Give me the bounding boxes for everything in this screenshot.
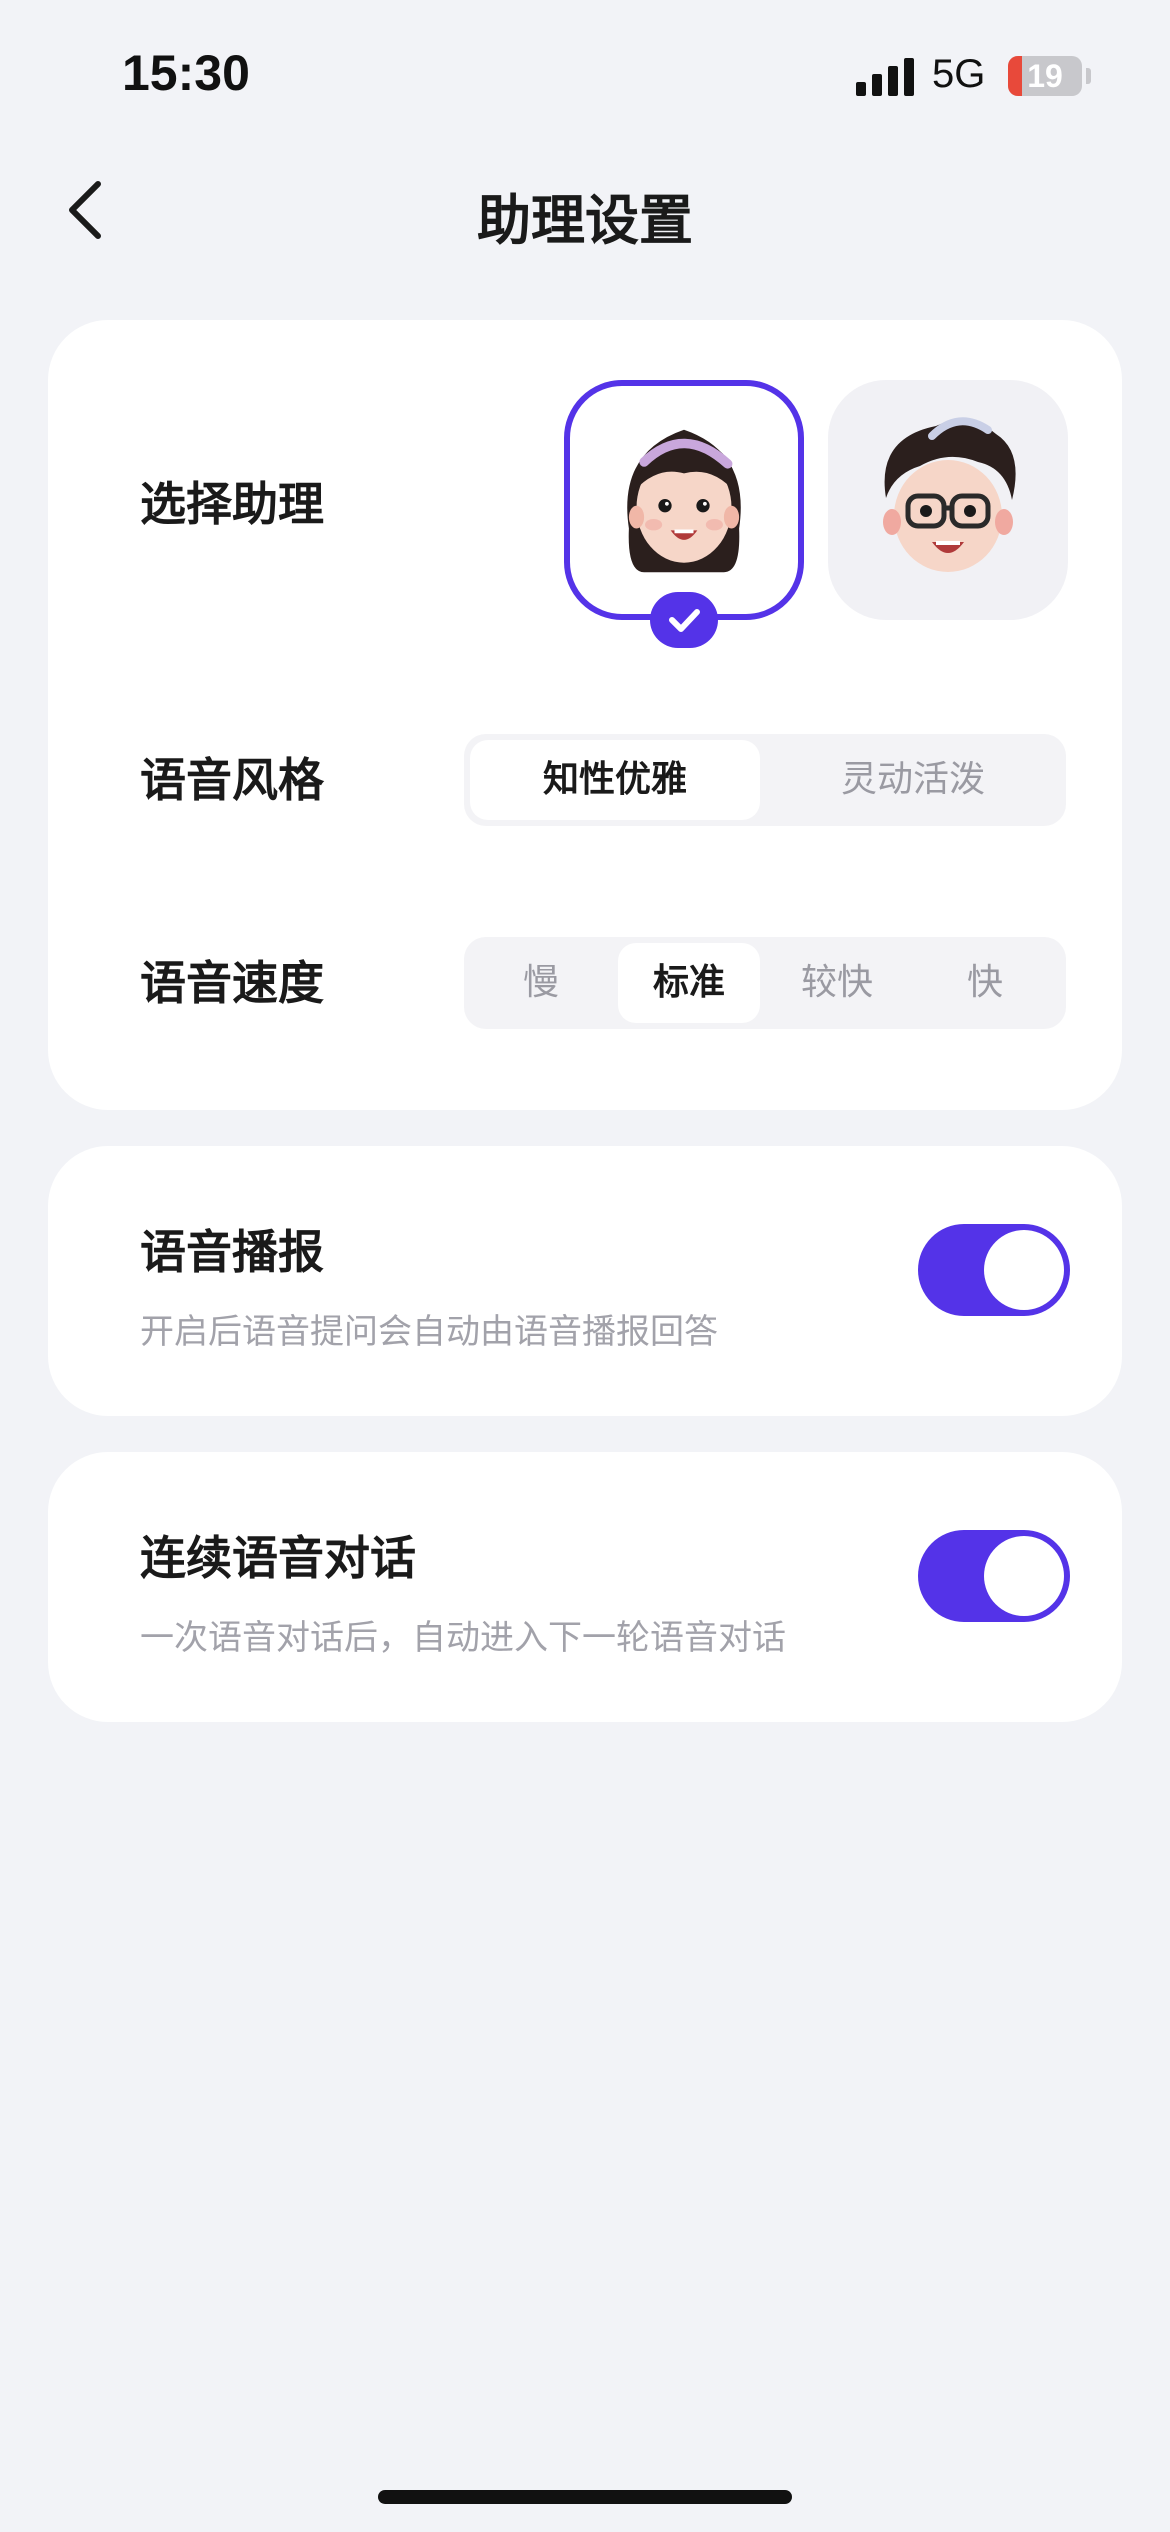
voice-speed-label: 语音速度 [140, 956, 324, 1010]
continuous-dialog-description: 一次语音对话后，自动进入下一轮语音对话 [140, 1618, 786, 1658]
speed-option-standard[interactable]: 标准 [618, 943, 760, 1023]
battery-icon: 19 [1008, 56, 1082, 96]
status-time: 15:30 [122, 45, 250, 101]
voice-speed-selector: 慢 标准 较快 快 [464, 937, 1066, 1029]
cellular-signal-icon [856, 58, 914, 96]
home-indicator[interactable] [378, 2490, 792, 2504]
status-bar: 15:30 5G 19 [0, 0, 1170, 150]
select-assistant-label: 选择助理 [140, 477, 324, 531]
voice-style-selector: 知性优雅 灵动活泼 [464, 734, 1066, 826]
assistant-settings-card: 选择助理 语音风格 知性优雅 灵动活泼 语音速度 慢 标准 较快 快 [48, 320, 1122, 1110]
voice-broadcast-toggle[interactable] [918, 1224, 1070, 1316]
assistant-option-male[interactable] [828, 380, 1068, 620]
speed-option-faster[interactable]: 较快 [766, 943, 908, 1023]
page-title: 助理设置 [477, 189, 693, 252]
toggle-knob [984, 1230, 1064, 1310]
check-icon [669, 609, 700, 632]
battery-cap [1086, 68, 1091, 84]
male-avatar-icon [883, 417, 1016, 572]
continuous-dialog-card: 连续语音对话 一次语音对话后，自动进入下一轮语音对话 [48, 1452, 1122, 1722]
style-option-elegant[interactable]: 知性优雅 [470, 740, 760, 820]
continuous-dialog-title: 连续语音对话 [140, 1531, 416, 1585]
female-avatar-icon [627, 429, 741, 573]
assistant-option-female[interactable] [564, 380, 804, 620]
speed-option-slow[interactable]: 慢 [470, 943, 612, 1023]
voice-broadcast-description: 开启后语音提问会自动由语音播报回答 [140, 1312, 718, 1352]
speed-option-fast[interactable]: 快 [914, 943, 1056, 1023]
toggle-knob [984, 1536, 1064, 1616]
network-type: 5G [932, 52, 986, 96]
continuous-dialog-toggle[interactable] [918, 1530, 1070, 1622]
voice-broadcast-card: 语音播报 开启后语音提问会自动由语音播报回答 [48, 1146, 1122, 1416]
selected-check-badge [650, 592, 718, 648]
voice-broadcast-title: 语音播报 [140, 1225, 324, 1279]
voice-style-label: 语音风格 [140, 753, 324, 807]
style-option-lively[interactable]: 灵动活泼 [768, 740, 1058, 820]
battery-level: 19 [1027, 58, 1063, 94]
